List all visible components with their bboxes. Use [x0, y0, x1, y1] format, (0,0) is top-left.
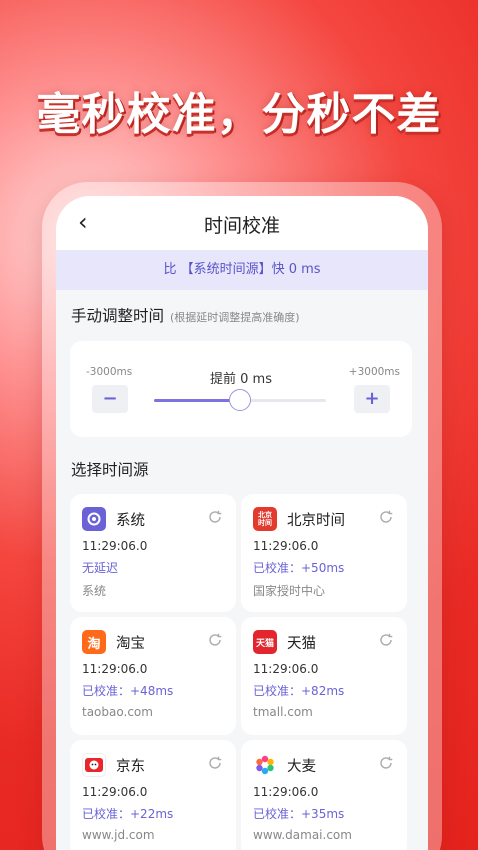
- source-name: 大麦: [287, 758, 316, 775]
- nav-bar: ‹ 时间校准: [56, 196, 428, 250]
- taobao-logo-icon: 淘: [82, 630, 106, 654]
- source-time: 11:29:06.0: [82, 662, 148, 676]
- slider-thumb[interactable]: [229, 389, 251, 411]
- slider-fill: [154, 399, 240, 402]
- manual-adjust-hint: (根据延时调整提高准确度): [170, 311, 300, 324]
- decrease-button[interactable]: −: [92, 385, 128, 413]
- damai-flower-logo-icon: [253, 753, 277, 777]
- source-domain: www.jd.com: [82, 828, 155, 842]
- source-domain: www.damai.com: [253, 828, 352, 842]
- source-domain: tmall.com: [253, 705, 313, 719]
- refresh-icon[interactable]: [206, 631, 224, 649]
- source-time: 11:29:06.0: [82, 785, 148, 799]
- refresh-icon[interactable]: [377, 754, 395, 772]
- offset-banner: 比 【系统时间源】快 0 ms: [56, 250, 428, 290]
- source-time: 11:29:06.0: [253, 662, 319, 676]
- source-card-system[interactable]: 系统 11:29:06.0 无延迟 系统: [70, 494, 236, 612]
- tmall-logo-icon: 天猫: [253, 630, 277, 654]
- source-time: 11:29:06.0: [253, 785, 319, 799]
- source-status: 已校准：+22ms: [82, 807, 174, 821]
- beijing-time-logo-icon: 北京 时间: [253, 507, 277, 531]
- manual-adjust-header: 手动调整时间 (根据延时调整提高准确度): [56, 290, 428, 326]
- refresh-icon[interactable]: [206, 754, 224, 772]
- source-domain: 国家授时中心: [253, 584, 326, 598]
- app-screen: ‹ 时间校准 比 【系统时间源】快 0 ms 手动调整时间 (根据延时调整提高准确…: [56, 196, 428, 850]
- jd-dog-logo-icon: [82, 753, 106, 777]
- source-name: 系统: [116, 512, 145, 529]
- increase-button[interactable]: +: [354, 385, 390, 413]
- source-status: 已校准：+48ms: [82, 684, 174, 698]
- source-section-title: 选择时间源: [71, 461, 149, 479]
- refresh-icon[interactable]: [377, 631, 395, 649]
- page-title: 时间校准: [203, 215, 280, 237]
- promo-headline: 毫秒校准，分秒不差: [36, 89, 442, 140]
- offset-slider[interactable]: [154, 389, 326, 411]
- source-name: 天猫: [287, 635, 316, 652]
- source-card-tmall[interactable]: 天猫 天猫 11:29:06.0 已校准：+82ms tmall.com: [241, 617, 407, 735]
- source-name: 京东: [116, 758, 145, 775]
- refresh-icon[interactable]: [206, 508, 224, 526]
- source-status: 无延迟: [82, 561, 119, 575]
- source-name: 北京时间: [287, 512, 345, 529]
- source-status: 已校准：+50ms: [253, 561, 345, 575]
- source-time: 11:29:06.0: [82, 539, 148, 553]
- refresh-icon[interactable]: [377, 508, 395, 526]
- source-status: 已校准：+35ms: [253, 807, 345, 821]
- source-name: 淘宝: [116, 635, 145, 652]
- source-domain: 系统: [82, 584, 107, 598]
- source-status: 已校准：+82ms: [253, 684, 345, 698]
- source-time: 11:29:06.0: [253, 539, 319, 553]
- source-domain: taobao.com: [82, 705, 153, 719]
- source-card-beijing[interactable]: 北京 时间 北京时间 11:29:06.0 已校准：+50ms 国家授时中心: [241, 494, 407, 612]
- source-card-damai[interactable]: 大麦 11:29:06.0 已校准：+35ms www.damai.com: [241, 740, 407, 850]
- source-card-jd[interactable]: 京东 11:29:06.0 已校准：+22ms www.jd.com: [70, 740, 236, 850]
- adjust-card: -3000ms +3000ms 提前 0 ms − +: [70, 341, 412, 437]
- system-logo-icon: [82, 507, 106, 531]
- source-card-taobao[interactable]: 淘 淘宝 11:29:06.0 已校准：+48ms taobao.com: [70, 617, 236, 735]
- manual-adjust-title: 手动调整时间: [71, 307, 165, 325]
